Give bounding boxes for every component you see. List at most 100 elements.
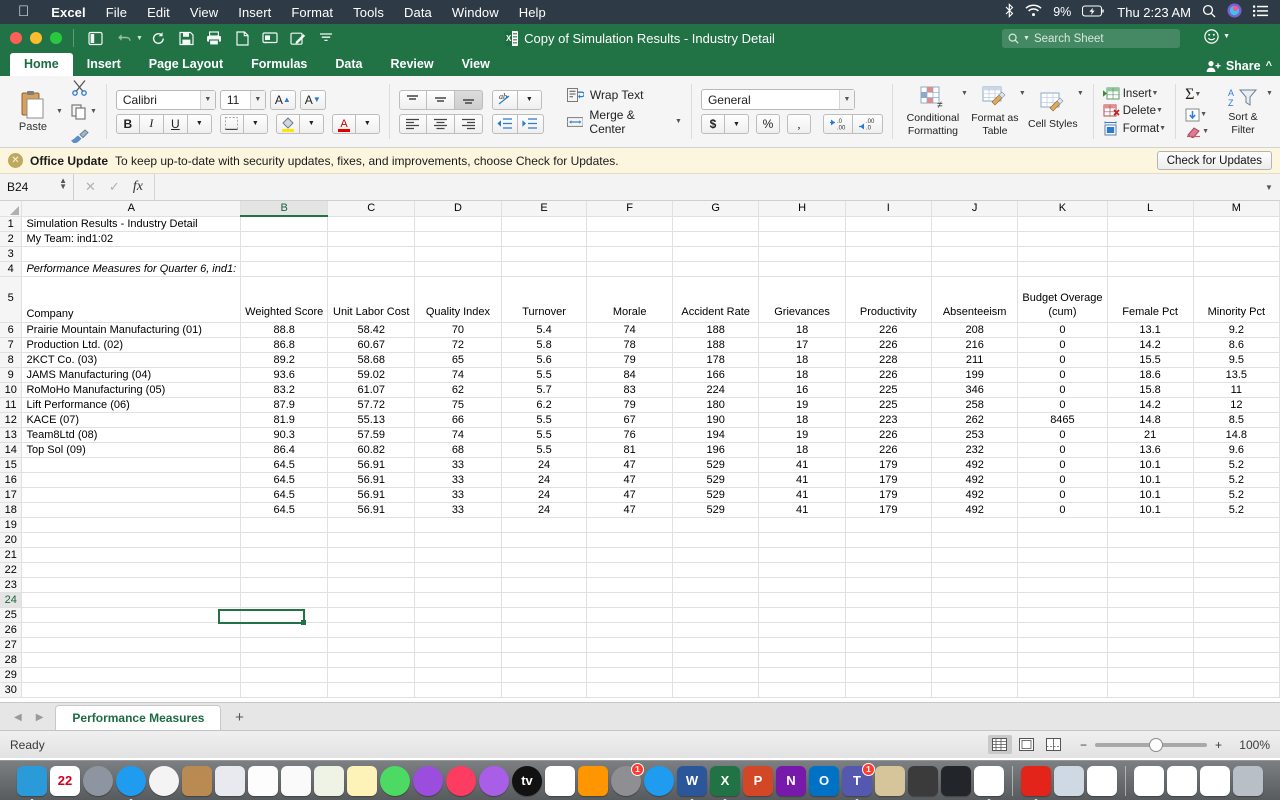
borders-caret-icon[interactable]: ▼ — [243, 113, 268, 134]
cell[interactable] — [931, 607, 1019, 623]
cell[interactable]: 12 — [1193, 397, 1280, 413]
cell[interactable] — [586, 246, 673, 262]
cell[interactable] — [586, 261, 673, 277]
insert-cells-caret-icon[interactable]: ▼ — [1152, 90, 1159, 97]
cell[interactable]: 166 — [672, 367, 760, 383]
cell[interactable] — [21, 517, 242, 533]
dock-item-document-word-2[interactable] — [1167, 765, 1197, 796]
column-header-d[interactable]: D — [414, 201, 502, 217]
dock-item-image-capture[interactable] — [1054, 765, 1084, 796]
cell[interactable]: 24 — [501, 457, 588, 473]
cell[interactable]: 529 — [672, 472, 760, 488]
dock-item-messenger[interactable] — [974, 765, 1004, 800]
cell[interactable]: 18 — [758, 322, 846, 338]
comma-style-button[interactable]: , — [786, 114, 811, 134]
cell[interactable]: 84 — [586, 367, 673, 383]
cell[interactable] — [327, 532, 416, 548]
row-header-29[interactable]: 29 — [0, 667, 23, 683]
font-color-button[interactable]: A — [331, 113, 356, 134]
cell[interactable] — [586, 667, 673, 683]
cancel-formula-icon[interactable]: ✕ — [85, 179, 96, 195]
align-middle-button[interactable] — [426, 89, 455, 110]
cell[interactable]: 10.1 — [1107, 487, 1194, 503]
cell[interactable] — [1017, 607, 1108, 623]
cut-button[interactable] — [67, 78, 93, 98]
normal-view-button[interactable] — [987, 735, 1012, 754]
tab-formulas[interactable]: Formulas — [237, 53, 321, 76]
cell[interactable]: 17 — [758, 337, 846, 353]
cell[interactable]: 74 — [586, 322, 673, 338]
cell[interactable]: 253 — [931, 427, 1019, 443]
column-header-j[interactable]: J — [931, 201, 1019, 217]
cell[interactable] — [414, 622, 502, 638]
cell[interactable]: 18 — [758, 352, 846, 368]
row-header-13[interactable]: 13 — [0, 427, 23, 443]
cell[interactable]: 41 — [758, 457, 846, 473]
clear-caret-icon[interactable]: ▼ — [1202, 128, 1209, 135]
row-header-11[interactable]: 11 — [0, 397, 23, 413]
cell[interactable] — [414, 532, 502, 548]
cell[interactable] — [931, 622, 1019, 638]
cell[interactable] — [327, 547, 416, 563]
cell[interactable]: 5.2 — [1193, 502, 1280, 518]
cell[interactable] — [1193, 216, 1280, 232]
cell[interactable]: 5.5 — [501, 412, 588, 428]
cell[interactable]: 70 — [414, 322, 502, 338]
battery-icon[interactable] — [1082, 4, 1106, 20]
cell[interactable] — [1193, 652, 1280, 668]
cell[interactable] — [1017, 682, 1108, 698]
dock-item-teams[interactable]: T1 — [842, 762, 875, 800]
cell[interactable]: 216 — [931, 337, 1019, 353]
cell[interactable] — [501, 547, 588, 563]
dock-item-safari[interactable] — [116, 765, 146, 800]
wifi-icon[interactable] — [1025, 4, 1042, 20]
dock-item-news[interactable] — [545, 765, 575, 796]
cell[interactable]: 9.6 — [1193, 442, 1280, 458]
cell[interactable]: 179 — [845, 487, 932, 503]
wrap-text-button[interactable]: Wrap Text — [566, 87, 682, 102]
menu-bar-clock[interactable]: Thu 2:23 AM — [1117, 5, 1191, 20]
cell[interactable]: 88.8 — [240, 322, 329, 338]
spotlight-search-icon[interactable] — [1202, 4, 1216, 21]
cell[interactable] — [845, 592, 932, 608]
cell[interactable] — [758, 622, 846, 638]
cell[interactable]: 79 — [586, 352, 673, 368]
cell[interactable]: 9.5 — [1193, 352, 1280, 368]
cell[interactable]: Top Sol (09) — [21, 442, 242, 458]
cell[interactable]: 0 — [1017, 367, 1108, 383]
cell[interactable] — [501, 577, 588, 593]
cell[interactable] — [1017, 622, 1108, 638]
cell[interactable] — [758, 577, 846, 593]
add-sheet-button[interactable]: + — [221, 709, 257, 730]
cell[interactable] — [1193, 607, 1280, 623]
copy-dropdown-caret-icon[interactable]: ▼ — [90, 108, 97, 115]
format-as-table-button[interactable]: Format as Table — [968, 86, 1022, 137]
cell[interactable] — [1107, 607, 1194, 623]
cell[interactable] — [845, 231, 932, 247]
cell[interactable] — [672, 547, 760, 563]
cell[interactable]: 66 — [414, 412, 502, 428]
zoom-slider-knob[interactable] — [1148, 737, 1163, 752]
cell[interactable]: 86.8 — [240, 337, 329, 353]
cell[interactable] — [931, 547, 1019, 563]
cell[interactable] — [21, 592, 242, 608]
cell[interactable] — [845, 216, 932, 232]
cell[interactable]: 6.2 — [501, 397, 588, 413]
cell[interactable] — [501, 562, 588, 578]
cell[interactable]: 60.67 — [327, 337, 416, 353]
column-header-h[interactable]: H — [758, 201, 846, 217]
row-header-2[interactable]: 2 — [0, 231, 23, 247]
dock-item-excel[interactable]: X — [710, 765, 740, 800]
search-sheet-input[interactable]: ▼ Search Sheet — [1002, 29, 1180, 48]
dock-item-itunes[interactable] — [479, 765, 509, 796]
cell[interactable] — [1017, 637, 1108, 653]
cell[interactable] — [1193, 532, 1280, 548]
header-cell-j[interactable]: Absenteeism — [931, 276, 1019, 323]
cell[interactable] — [586, 231, 673, 247]
cell[interactable] — [1107, 652, 1194, 668]
cell[interactable] — [21, 502, 242, 518]
cell[interactable] — [845, 562, 932, 578]
cell[interactable] — [240, 216, 329, 232]
cell[interactable] — [414, 607, 502, 623]
cell[interactable] — [758, 592, 846, 608]
